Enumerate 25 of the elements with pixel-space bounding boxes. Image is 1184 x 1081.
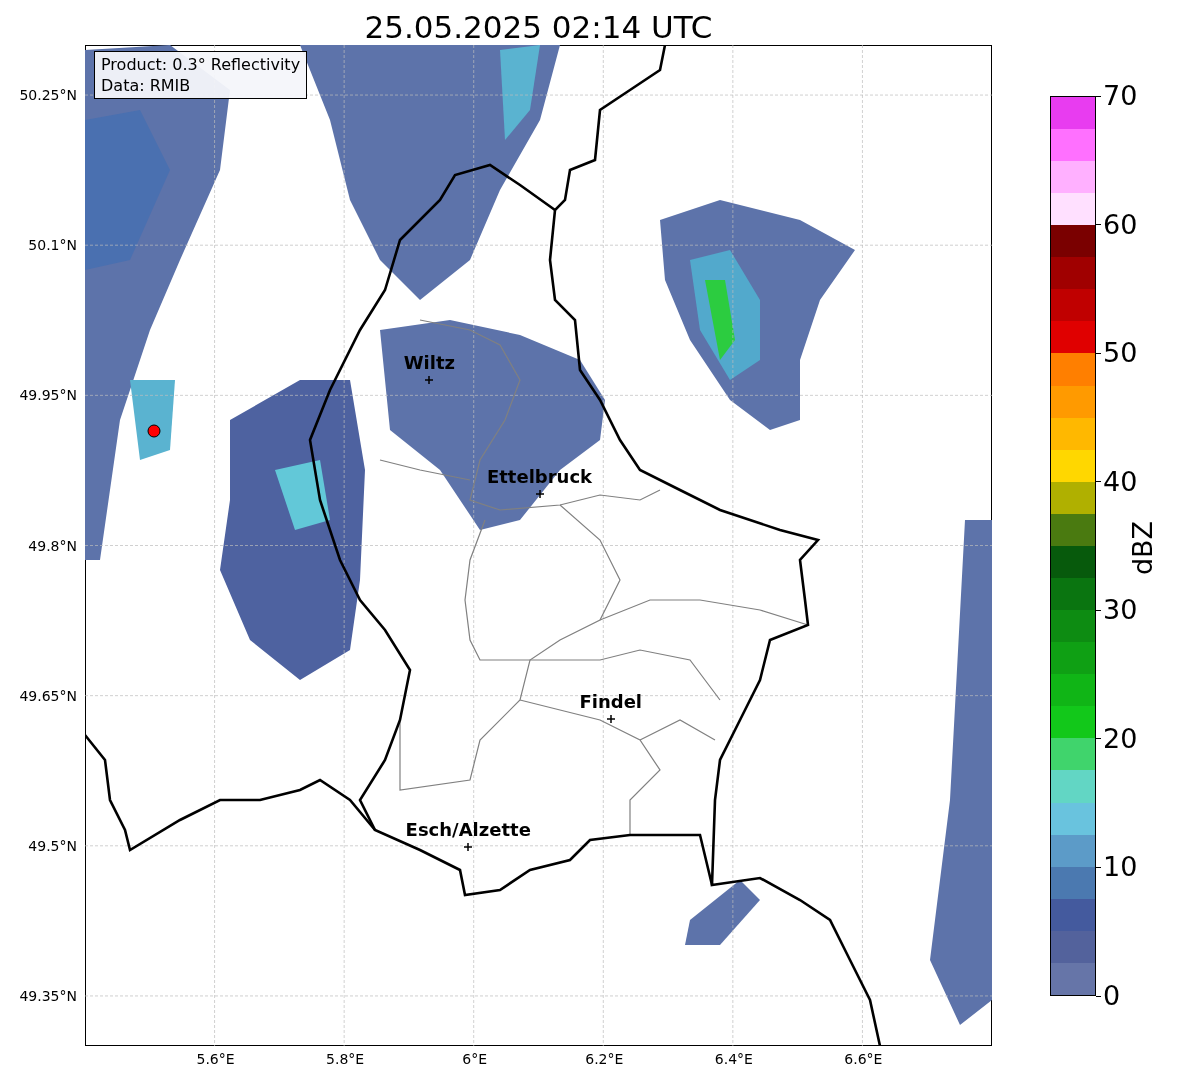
colorbar-label: dBZ	[1126, 520, 1158, 576]
axis-tick-label: 6.6°E	[844, 1051, 883, 1067]
info-text: Data: RMIB	[101, 75, 192, 96]
city-marker-icon	[464, 842, 473, 851]
axis-tick-label: 5.6°E	[196, 1051, 235, 1067]
axis-tick-label: 49.5°N	[28, 837, 77, 854]
city-label: Findel	[579, 690, 642, 712]
axis-tick-label: 6.2°E	[585, 1051, 624, 1067]
axis-tick-label: 6.4°E	[714, 1051, 753, 1067]
axis-tick-label: 50.1°N	[28, 237, 77, 254]
chart-title: 25.05.2025 02:14 UTC	[364, 8, 713, 45]
axis-tick-label: 6°E	[462, 1051, 488, 1067]
axis-tick-label: 49.95°N	[19, 387, 77, 404]
info-text: Product: 0.3° Reflectivity	[101, 54, 301, 75]
radar-site-icon	[147, 424, 161, 439]
city-marker-icon	[606, 714, 615, 723]
city-marker-icon	[535, 490, 544, 499]
city-label: Wiltz	[403, 352, 455, 374]
axis-tick-label: 49.65°N	[19, 687, 77, 704]
axis-tick-label: 5.8°E	[326, 1051, 365, 1067]
city-marker-icon	[425, 376, 434, 385]
city-label: Esch/Alzette	[405, 818, 531, 840]
axis-tick-label: 49.35°N	[19, 987, 77, 1004]
axis-tick-label: 49.8°N	[28, 537, 77, 554]
axis-tick-label: 50.25°N	[19, 87, 77, 104]
